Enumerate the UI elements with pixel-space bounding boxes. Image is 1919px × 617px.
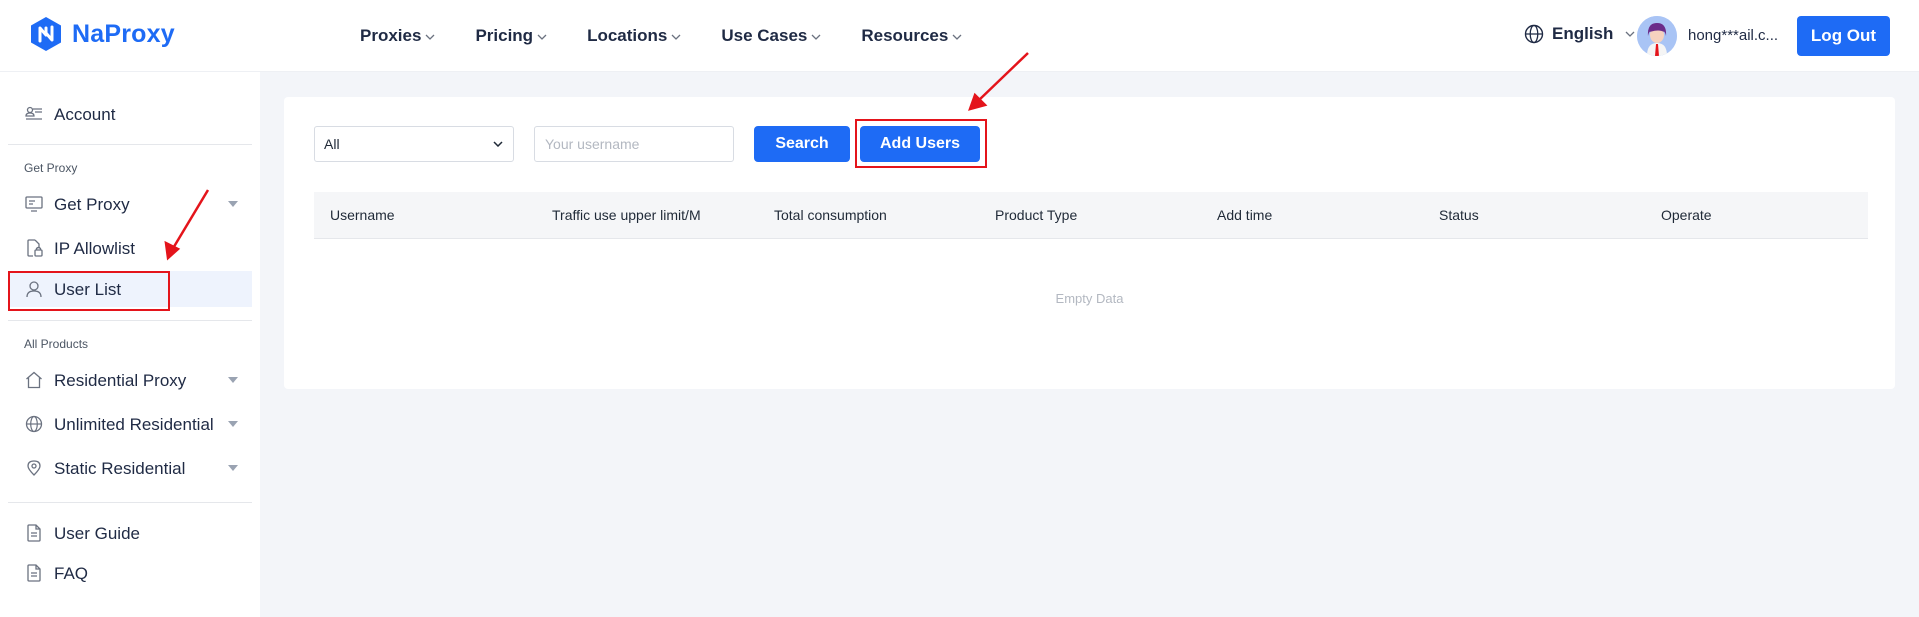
nav-resources-label: Resources: [861, 26, 949, 45]
brand-logo[interactable]: NaProxy: [28, 15, 175, 53]
nav-use-cases-label: Use Cases: [721, 26, 808, 45]
sidebar-item-label: Residential Proxy: [54, 371, 187, 390]
search-button[interactable]: Search: [754, 126, 850, 162]
main-nav: Proxies Pricing Locations Use Cases Reso…: [360, 0, 1002, 72]
empty-data-message: Empty Data: [1055, 291, 1124, 306]
chevron-down-icon: [425, 34, 435, 40]
nav-proxies[interactable]: Proxies: [360, 26, 435, 46]
sidebar-item-account[interactable]: Account: [8, 96, 252, 132]
sidebar-item-label: Static Residential: [54, 459, 186, 478]
column-header-status[interactable]: Status: [1439, 207, 1479, 223]
sidebar-item-label: FAQ: [54, 564, 89, 583]
sidebar-item-residential-proxy[interactable]: Residential Proxy: [8, 362, 252, 398]
chevron-down-icon: [1625, 31, 1635, 37]
nav-proxies-label: Proxies: [360, 26, 422, 45]
chevron-down-icon: [537, 34, 547, 40]
chevron-down-icon: [671, 34, 681, 40]
column-header-traffic-limit[interactable]: Traffic use upper limit/M: [552, 207, 701, 223]
naproxy-logo-icon: [31, 17, 61, 51]
sidebar: Account Get Proxy Get Proxy IP Allowlist…: [0, 72, 260, 617]
sidebar-item-faq[interactable]: FAQ: [8, 555, 252, 591]
caret-down-icon: [228, 377, 238, 383]
column-header-operate[interactable]: Operate: [1661, 207, 1712, 223]
nav-pricing[interactable]: Pricing: [475, 26, 547, 46]
chevron-down-icon: [811, 34, 821, 40]
sidebar-divider: [8, 502, 252, 503]
document-icon: [27, 564, 41, 582]
monitor-icon: [25, 196, 43, 212]
highlight-box-add-users: [855, 119, 987, 168]
brand-name: NaProxy: [72, 19, 175, 48]
nav-locations-label: Locations: [587, 26, 668, 45]
column-header-add-time[interactable]: Add time: [1217, 207, 1272, 223]
document-icon: [27, 524, 41, 542]
caret-down-icon: [228, 465, 238, 471]
user-email[interactable]: hong***ail.c...: [1688, 27, 1778, 44]
caret-down-icon: [228, 421, 238, 427]
home-icon: [26, 371, 42, 389]
product-filter-select[interactable]: All: [314, 126, 514, 162]
sidebar-item-label: Account: [54, 105, 116, 124]
nav-resources[interactable]: Resources: [861, 26, 962, 46]
sidebar-item-static-residential[interactable]: Static Residential: [8, 450, 252, 486]
column-header-username[interactable]: Username: [330, 207, 395, 223]
column-header-total-consumption[interactable]: Total consumption: [774, 207, 887, 223]
top-header: NaProxy Proxies Pricing Locations Use Ca…: [0, 0, 1919, 72]
nav-use-cases[interactable]: Use Cases: [721, 26, 821, 46]
avatar[interactable]: [1637, 16, 1677, 56]
globe-icon: [25, 415, 43, 433]
sidebar-section-all-products: All Products: [24, 337, 89, 351]
sidebar-item-label: Get Proxy: [54, 195, 130, 214]
logout-button[interactable]: Log Out: [1797, 16, 1890, 56]
column-header-product-type[interactable]: Product Type: [995, 207, 1077, 223]
lock-file-icon: [27, 239, 43, 257]
sidebar-item-label: Unlimited Residential: [54, 415, 214, 434]
sidebar-item-label: User Guide: [54, 524, 140, 543]
caret-down-icon: [228, 201, 238, 207]
language-selector[interactable]: English: [1524, 24, 1635, 44]
nav-locations[interactable]: Locations: [587, 26, 681, 46]
sidebar-section-get-proxy: Get Proxy: [24, 161, 78, 175]
username-search-input[interactable]: [534, 126, 734, 162]
sidebar-item-user-guide[interactable]: User Guide: [8, 515, 252, 551]
chevron-down-icon: [493, 141, 503, 147]
table-header: Username Traffic use upper limit/M Total…: [314, 192, 1868, 239]
sidebar-item-unlimited-residential[interactable]: Unlimited Residential: [8, 406, 252, 442]
avatar-illustration: [1637, 16, 1677, 56]
globe-icon: [1524, 24, 1544, 44]
account-card-icon: [25, 106, 42, 120]
sidebar-divider: [8, 320, 252, 321]
nav-pricing-label: Pricing: [475, 26, 534, 45]
sidebar-item-ip-allowlist[interactable]: IP Allowlist: [8, 230, 252, 266]
highlight-box-user-list: [8, 271, 170, 311]
sidebar-item-label: IP Allowlist: [54, 239, 135, 258]
user-list-panel: All Search Add Users Username Traffic us…: [284, 97, 1895, 389]
location-pin-icon: [27, 460, 41, 476]
sidebar-divider: [8, 144, 252, 145]
language-label: English: [1552, 24, 1614, 43]
sidebar-item-get-proxy[interactable]: Get Proxy: [8, 186, 252, 222]
filter-value: All: [324, 136, 340, 152]
chevron-down-icon: [952, 34, 962, 40]
